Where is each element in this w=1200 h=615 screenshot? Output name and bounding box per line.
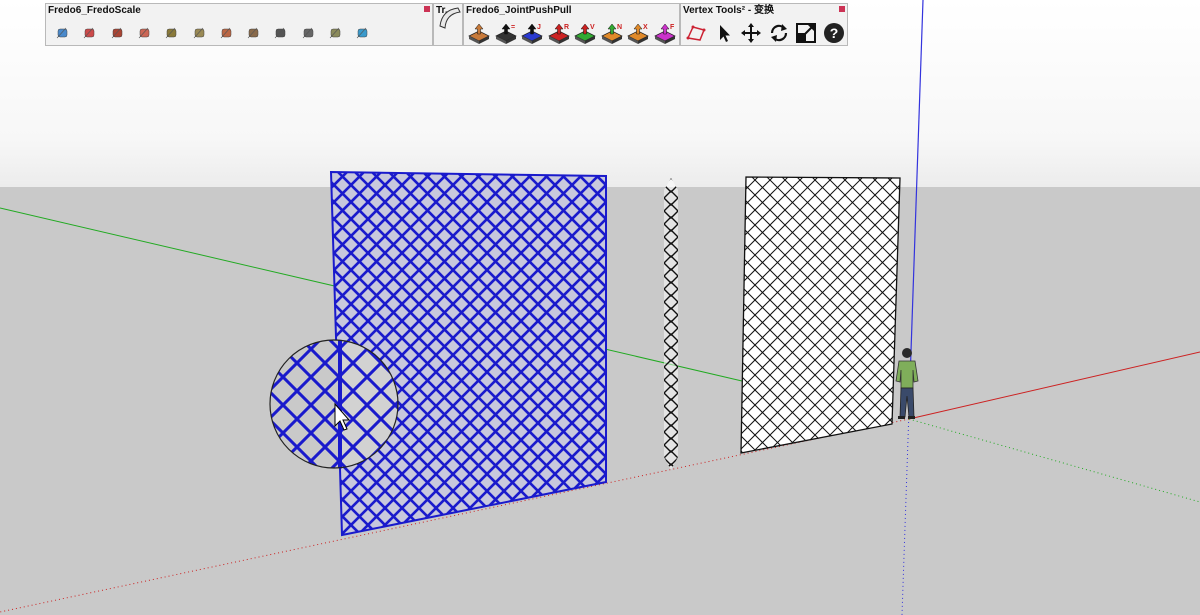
unbend-icon [329, 27, 341, 39]
edge-on-lattice-strip[interactable] [664, 178, 678, 478]
about-icon [357, 27, 368, 39]
toolbar-fredoscale: Fredo6_FredoScale [45, 3, 433, 46]
vertex-select-icon [686, 25, 706, 41]
rotate-icon [275, 27, 286, 39]
svg-text:?: ? [829, 25, 838, 41]
scale-icon [56, 27, 68, 39]
bend-alt-icon [247, 27, 259, 39]
bend-alt-button[interactable] [241, 20, 265, 46]
box-stretch-icon [84, 27, 95, 39]
model-viewport[interactable] [0, 0, 1200, 615]
joint-push-pull-icon [468, 23, 490, 44]
cursor-button[interactable] [712, 20, 736, 46]
joint-push-pull-j-icon: J [521, 23, 543, 44]
help-button[interactable]: ? [822, 20, 846, 46]
vertex-select-button[interactable] [684, 20, 708, 46]
rotate-icon [770, 24, 787, 42]
radial-bend-button[interactable] [296, 20, 320, 46]
stretch-icon [165, 27, 177, 39]
stretch-button[interactable] [159, 20, 183, 46]
bend-button[interactable] [214, 20, 238, 46]
help-icon: ? [823, 23, 844, 43]
follow-icon: F [653, 23, 676, 44]
joint-push-pull-button[interactable] [467, 20, 491, 46]
unbend-button[interactable] [323, 20, 347, 46]
extrude-x-icon: X [627, 23, 649, 44]
rotate-button[interactable] [767, 20, 791, 46]
vector-v-push-pull-icon: V [574, 23, 596, 44]
svg-text:V: V [590, 24, 595, 31]
toolbar-jointpushpull: Fredo6_JointPushPull = J R V N X F [463, 3, 680, 46]
twist-button[interactable] [187, 20, 211, 46]
normal-push-pull-icon: N [600, 23, 623, 44]
vector-v-push-pull-button[interactable]: V [573, 20, 597, 46]
svg-text:F: F [670, 24, 675, 31]
svg-text:=: = [511, 24, 515, 31]
follow-button[interactable]: F [653, 20, 677, 46]
move-icon [741, 23, 761, 43]
round-push-pull-icon: R [547, 23, 570, 44]
toolbar-title: Vertex Tools² - 变换 [683, 5, 774, 16]
svg-text:X: X [643, 24, 648, 31]
scale-button[interactable] [794, 20, 818, 46]
close-icon[interactable] [839, 6, 845, 12]
curve-tool-icon [439, 7, 461, 29]
round-push-pull-button[interactable]: R [547, 20, 571, 46]
svg-text:J: J [537, 24, 541, 31]
normal-push-pull-button[interactable]: N [600, 20, 624, 46]
planar-shear-button[interactable] [132, 20, 156, 46]
scale-button[interactable] [50, 20, 74, 46]
curve-tool-button[interactable] [437, 4, 461, 30]
scale-icon [796, 23, 816, 43]
move-button[interactable] [739, 20, 763, 46]
tapering-icon [111, 27, 122, 39]
joint-push-pull-j-button[interactable]: J [520, 20, 544, 46]
planar-shear-icon [138, 27, 150, 39]
extrude-x-button[interactable]: X [626, 20, 650, 46]
bend-icon [220, 27, 232, 39]
vector-push-pull-button[interactable]: = [494, 20, 518, 46]
radial-bend-icon [302, 27, 313, 39]
twist-icon [193, 27, 204, 39]
toolbar-tr: Tr... [433, 3, 463, 46]
svg-text:R: R [564, 24, 569, 31]
box-stretch-button[interactable] [77, 20, 101, 46]
close-icon[interactable] [424, 6, 430, 12]
cursor-icon [719, 25, 730, 42]
vector-push-pull-icon: = [494, 23, 517, 44]
toolbar-title: Fredo6_JointPushPull [466, 5, 572, 16]
rotate-button[interactable] [268, 20, 292, 46]
svg-text:N: N [617, 24, 622, 31]
tapering-button[interactable] [105, 20, 129, 46]
toolbar-vertex-tools: Vertex Tools² - 变换 ? [680, 3, 848, 46]
toolbar-title: Fredo6_FredoScale [48, 5, 141, 16]
about-button[interactable] [350, 20, 374, 46]
